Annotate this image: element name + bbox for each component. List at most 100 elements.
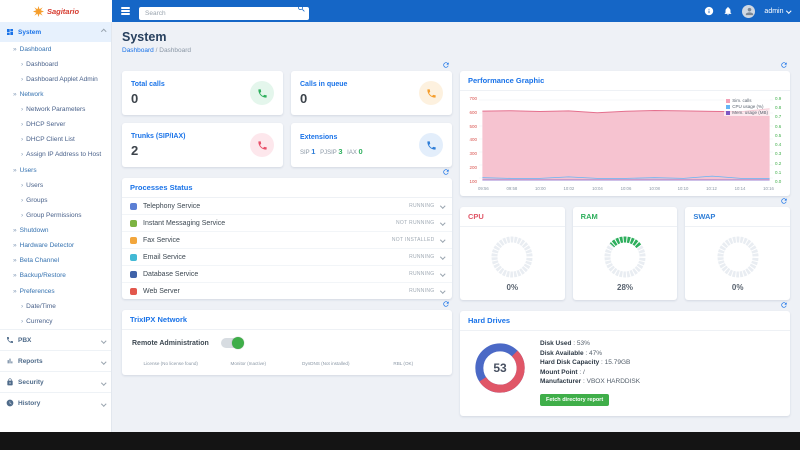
gauge-ring [573,234,678,280]
sidebar-section-reports[interactable]: Reports [0,350,111,371]
user-menu[interactable]: admin [764,8,791,15]
hd-detail-label: Disk Used [540,340,572,347]
y-tick-right: 0.5 [775,132,782,138]
sidebar-item-dashboard[interactable]: » Dashboard [0,42,111,57]
refresh-stats-icon[interactable] [442,61,450,69]
chevron-right-icon: › [21,75,24,83]
y-tick-right: 0.8 [775,105,782,111]
x-tick: 10:02 [563,186,575,191]
chevron-down-icon[interactable] [439,237,445,243]
service-icon [130,219,137,227]
sidebar-item-hardware-detector[interactable]: » Hardware Detector [0,239,111,254]
search-icon[interactable] [297,4,306,13]
stat-card-trunks-sip-iax: Trunks (SIP/IAX) 2 [122,123,283,167]
sidebar-item-date-time[interactable]: › Date/Time [0,299,111,314]
status-label: Monitor (Inactive) [230,360,267,366]
stat-card-calls-in-queue: Calls in queue 0 [291,71,452,115]
processes-card: Processes Status Telephony Service RUNNIN… [122,178,452,299]
sidebar-item-label: Preferences [19,287,55,295]
sidebar-item-label: Group Permissions [26,211,82,219]
process-row-fax-service[interactable]: Fax Service NOT INSTALLED [122,232,452,249]
y-tick-right: 0.4 [775,142,782,148]
service-status: NOT RUNNING [396,220,435,226]
sidebar-item-users[interactable]: › Users [0,178,111,193]
y-tick-left: 700 [469,96,477,101]
sidebar-section-system[interactable]: System [0,22,111,42]
hd-detail-mount-point: Mount Point : / [540,368,585,376]
sidebar-section-security[interactable]: Security [0,371,111,392]
sidebar-item-preferences[interactable]: » Preferences [0,284,111,299]
network-status-list: License (No license found) Monitor (Inact… [132,358,442,366]
sidebar-item-beta-channel[interactable]: » Beta Channel [0,254,111,269]
avatar[interactable] [742,4,756,18]
gauge-value: 28% [617,283,634,292]
sidebar-item-label: Network [19,90,44,98]
remote-admin-toggle[interactable] [220,337,244,349]
sidebar-item-label: Dashboard Applet Admin [26,75,98,83]
process-row-database-service[interactable]: Database Service RUNNING [122,266,452,283]
fetch-directory-report-button[interactable]: Fetch directory report [540,393,610,406]
breadcrumb: Dashboard / Dashboard [122,47,790,54]
refresh-performance-icon[interactable] [780,61,788,69]
chevron-down-icon[interactable] [439,271,445,277]
sidebar-item-label: Network Parameters [26,106,86,113]
chevron-down-icon[interactable] [439,288,445,294]
sidebar-item-backup-restore[interactable]: » Backup/Restore [0,269,111,284]
sidebar-item-dashboard-applet-admin[interactable]: › Dashboard Applet Admin [0,72,111,87]
menu-toggle-icon[interactable] [121,7,130,15]
sidebar-item-group-permissions[interactable]: › Group Permissions [0,208,111,223]
stat-card-extensions: Extensions SIP 1 PJSIP 3 IAX 0 [291,123,452,167]
sidebar-item-dhcp-client-list[interactable]: › DHCP Client List [0,133,111,148]
breadcrumb-link[interactable]: Dashboard [122,47,154,54]
stat-label: Extensions [300,134,338,141]
sidebar-item-dhcp-server[interactable]: › DHCP Server [0,118,111,133]
app-logo[interactable]: Sagitario [0,0,112,22]
sidebar-item-label: Groups [26,196,48,204]
hd-detail-label: Manufacturer [540,378,582,386]
y-tick-left: 200 [469,165,477,171]
chevron-right-icon: › [21,151,24,159]
process-row-telephony-service[interactable]: Telephony Service RUNNING [122,198,452,215]
stat-extension-counts: SIP 1 PJSIP 3 IAX 0 [300,147,366,156]
sidebar-item-assign-ip-address-to-host[interactable]: › Assign IP Address to Host [0,148,111,163]
service-name: Telephony Service [143,202,201,210]
sidebar-section-pbx[interactable]: PBX [0,329,111,350]
sidebar-section-history[interactable]: History [0,392,111,413]
refresh-processes-icon[interactable] [442,168,450,176]
info-icon[interactable] [704,6,714,16]
refresh-harddrives-icon[interactable] [780,301,788,309]
chevron-right-icon: » [13,287,17,295]
refresh-gauges-icon[interactable] [780,197,788,205]
gauge-ring [685,234,790,280]
sidebar-item-network[interactable]: » Network [0,87,111,102]
chevron-down-icon[interactable] [439,254,445,260]
legend-item: CPU usage (%) [726,104,768,109]
x-tick: 10:06 [620,186,632,191]
process-row-web-server[interactable]: Web Server RUNNING [122,283,452,299]
service-name: Email Service [143,253,186,261]
remote-admin-label: Remote Administration [132,339,209,347]
sidebar-item-currency[interactable]: › Currency [0,314,111,329]
sidebar-item-shutdown[interactable]: » Shutdown [0,224,111,239]
gauge-cards: CPU 0% RAM 28% SWAP 0% [460,207,791,300]
toggle-knob [231,337,244,349]
hd-detail-disk-available: Disk Available : 47% [540,349,603,357]
process-row-email-service[interactable]: Email Service RUNNING [122,249,452,266]
logo-text: Sagitario [46,6,80,16]
bell-icon[interactable] [723,6,733,16]
sidebar-item-label: Users [26,181,44,189]
process-row-instant-messaging-service[interactable]: Instant Messaging Service NOT RUNNING [122,215,452,232]
sidebar-item-groups[interactable]: › Groups [0,193,111,208]
sidebar-item-network-parameters[interactable]: › Network Parameters [0,103,111,118]
sidebar-item-label: Currency [26,317,53,325]
search-input[interactable] [139,7,309,20]
sidebar-section-label: Reports [18,357,43,365]
service-icon [130,270,137,278]
chevron-down-icon[interactable] [439,203,445,209]
legend-item: Mem. usage (MB) [726,110,768,115]
refresh-network-icon[interactable] [442,300,450,308]
sidebar-item-dashboard[interactable]: › Dashboard [0,57,111,72]
service-icon [130,287,137,295]
sidebar-item-users[interactable]: » Users [0,163,111,178]
chevron-down-icon[interactable] [439,220,445,226]
